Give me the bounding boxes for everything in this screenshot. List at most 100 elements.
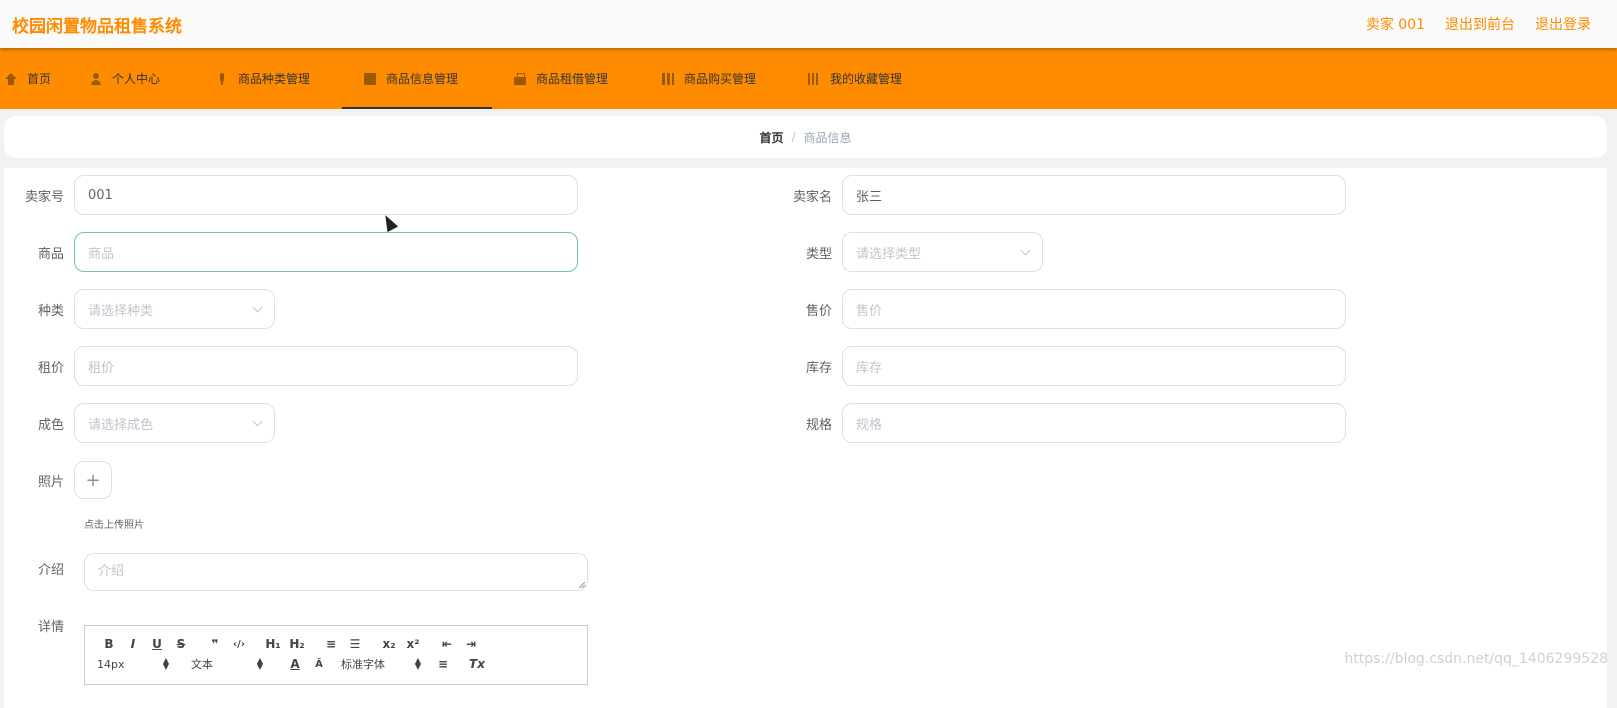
paragraph-format-select[interactable]: 文本 ▲ ▼: [191, 656, 263, 672]
header1-button[interactable]: H₁: [261, 637, 285, 651]
plus-icon: +: [85, 469, 101, 491]
type-label: 类型: [805, 246, 832, 262]
font-color-button[interactable]: A: [283, 657, 307, 671]
clear-format-button[interactable]: Tx: [465, 657, 489, 671]
rich-text-editor: B I U S ❞ ‹/› H₁ H₂ ≡ ☰ x₂ x² ⇤ ⇥ 14px ▲ ▼…: [84, 625, 588, 685]
superscript-button[interactable]: x²: [401, 637, 425, 651]
spec-input[interactable]: 规格: [842, 403, 1346, 443]
nav-item-favorites-manage[interactable]: 我的收藏管理: [792, 48, 942, 109]
rent-input[interactable]: 租价: [74, 346, 578, 386]
underline-button[interactable]: U: [145, 637, 169, 651]
indent-button[interactable]: ⇥: [459, 637, 483, 651]
background-color-button[interactable]: Ā: [307, 659, 331, 670]
font-family-value: 标准字体: [341, 658, 385, 671]
seller-no-field: 卖家号 001: [4, 175, 578, 215]
chevron-down-icon: [252, 416, 263, 426]
rent-label: 租价: [37, 360, 64, 376]
logout-link[interactable]: 退出登录: [1535, 14, 1591, 34]
spec-placeholder: 规格: [856, 417, 883, 433]
strike-button[interactable]: S: [169, 637, 193, 651]
mic-icon: [216, 72, 228, 85]
rent-field: 租价 租价: [4, 346, 578, 386]
condition-placeholder: 请选择成色: [88, 417, 154, 433]
subscript-button[interactable]: x₂: [377, 637, 401, 651]
photo-upload-button[interactable]: +: [74, 461, 112, 499]
nav-item-purchase-manage[interactable]: 商品购买管理: [642, 48, 792, 109]
nav-item-label: 商品购买管理: [684, 72, 757, 86]
select-arrows-icon: ▲ ▼: [256, 656, 263, 671]
breadcrumb-home[interactable]: 首页: [759, 129, 783, 146]
seller-name-field: 卖家名 张三: [772, 175, 1346, 215]
condition-label: 成色: [37, 417, 64, 433]
product-input[interactable]: 商品: [74, 232, 578, 272]
bold-button[interactable]: B: [97, 637, 121, 651]
paragraph-format-value: 文本: [191, 658, 213, 671]
intro-placeholder: 介绍: [98, 564, 125, 579]
spec-label: 规格: [805, 417, 832, 433]
breadcrumb-separator: /: [791, 130, 796, 144]
code-block-button[interactable]: ‹/›: [227, 639, 251, 650]
blockquote-button[interactable]: ❞: [203, 637, 227, 651]
rent-placeholder: 租价: [88, 360, 115, 376]
category-select[interactable]: 请选择种类: [74, 289, 275, 329]
type-placeholder: 请选择类型: [856, 246, 922, 262]
home-icon: [5, 72, 17, 85]
nav-item-label: 商品信息管理: [386, 72, 459, 86]
nav-item-rental-manage[interactable]: 商品租借管理: [492, 48, 642, 109]
header-links: 卖家 001 退出到前台 退出登录: [1366, 14, 1591, 34]
editor-toolbar-row: B I U S ❞ ‹/› H₁ H₂ ≡ ☰ x₂ x² ⇤ ⇥: [85, 634, 587, 654]
box-icon: [364, 72, 376, 85]
nav-item-home[interactable]: 首页: [0, 48, 80, 109]
condition-select[interactable]: 请选择成色: [74, 403, 275, 443]
type-field: 类型 请选择类型: [772, 232, 1043, 272]
select-arrows-icon: ▲ ▼: [414, 656, 421, 671]
photo-field: 照片 +: [4, 461, 112, 499]
nav-item-product-info-manage[interactable]: 商品信息管理: [342, 48, 492, 109]
chevron-down-icon: [1020, 245, 1031, 255]
stock-placeholder: 库存: [856, 360, 883, 376]
nav-item-label: 商品租借管理: [536, 72, 609, 86]
font-family-select[interactable]: 标准字体 ▲ ▼: [341, 656, 421, 672]
price-field: 售价 售价: [772, 289, 1346, 329]
seller-name-input[interactable]: 张三: [842, 175, 1346, 215]
intro-label: 介绍: [37, 563, 64, 578]
editor-toolbar-row: 14px ▲ ▼ 文本 ▲ ▼ A Ā 标准字体 ▲ ▼ ≡ Tx: [85, 654, 587, 674]
product-form: 卖家号 001 卖家名 张三 商品 商品 类型 请选择类型 种类 请选择种类 售…: [4, 168, 1607, 708]
top-header: 校园闲置物品租售系统 卖家 001 退出到前台 退出登录: [0, 0, 1617, 48]
italic-button[interactable]: I: [121, 637, 145, 651]
seller-no-label: 卖家号: [24, 189, 64, 205]
nav-item-label: 首页: [27, 72, 52, 86]
detail-field-label-wrap: 详情: [4, 616, 74, 635]
align-button[interactable]: ≡: [431, 657, 455, 671]
intro-textarea[interactable]: 介绍: [84, 553, 588, 591]
nav-item-category-manage[interactable]: 商品种类管理: [206, 48, 342, 109]
ordered-list-button[interactable]: ≡: [319, 637, 343, 651]
nav-item-label: 我的收藏管理: [830, 72, 903, 86]
seller-no-value: 001: [88, 187, 113, 203]
photo-upload-tip: 点击上传照片: [84, 520, 144, 531]
price-label: 售价: [805, 303, 832, 319]
photo-label: 照片: [37, 474, 64, 490]
exit-to-frontend-link[interactable]: 退出到前台: [1445, 14, 1515, 34]
bullet-list-button[interactable]: ☰: [343, 637, 367, 651]
stock-input[interactable]: 库存: [842, 346, 1346, 386]
type-select[interactable]: 请选择类型: [842, 232, 1043, 272]
seller-no-input[interactable]: 001: [74, 175, 578, 215]
outdent-button[interactable]: ⇤: [435, 637, 459, 651]
grid-icon: [662, 72, 674, 85]
nav-item-personal-center[interactable]: 个人中心: [80, 48, 206, 109]
app-title: 校园闲置物品租售系统: [12, 17, 182, 37]
product-label: 商品: [37, 246, 64, 262]
breadcrumb-current: 商品信息: [803, 130, 852, 145]
nav-item-label: 个人中心: [112, 72, 161, 86]
user-icon: [90, 72, 102, 85]
category-label: 种类: [37, 303, 64, 319]
font-size-value: 14px: [97, 657, 125, 671]
intro-field-label-wrap: 介绍: [4, 559, 74, 578]
price-input[interactable]: 售价: [842, 289, 1346, 329]
seller-account-link[interactable]: 卖家 001: [1366, 14, 1425, 34]
font-size-select[interactable]: 14px ▲ ▼: [97, 657, 169, 671]
header2-button[interactable]: H₂: [285, 637, 309, 651]
main-nav: 首页 个人中心 商品种类管理 商品信息管理 商品租借管理 商品购买管理 我的收藏…: [0, 48, 1617, 109]
breadcrumb: 首页 / 商品信息: [4, 116, 1607, 158]
